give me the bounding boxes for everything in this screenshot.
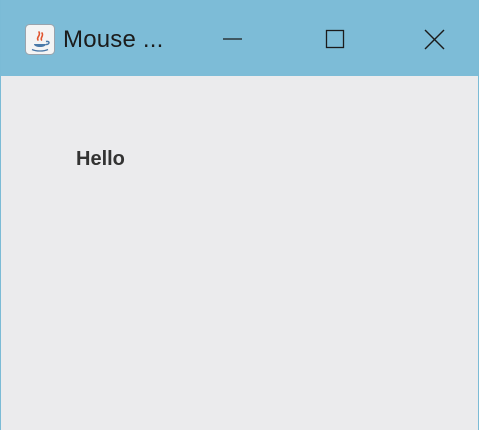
minimize-icon — [223, 38, 242, 40]
minimize-button[interactable] — [207, 14, 259, 64]
window-title: Mouse ... — [63, 26, 164, 53]
content-pane[interactable]: Hello — [1, 76, 478, 430]
close-icon — [424, 29, 445, 50]
hello-label: Hello — [76, 148, 125, 170]
close-button[interactable] — [409, 14, 461, 64]
app-window: Mouse ... Hello — [0, 0, 479, 430]
java-icon[interactable] — [25, 24, 55, 55]
title-bar[interactable]: Mouse ... — [1, 0, 478, 76]
maximize-button[interactable] — [309, 14, 361, 64]
maximize-icon — [325, 29, 345, 49]
